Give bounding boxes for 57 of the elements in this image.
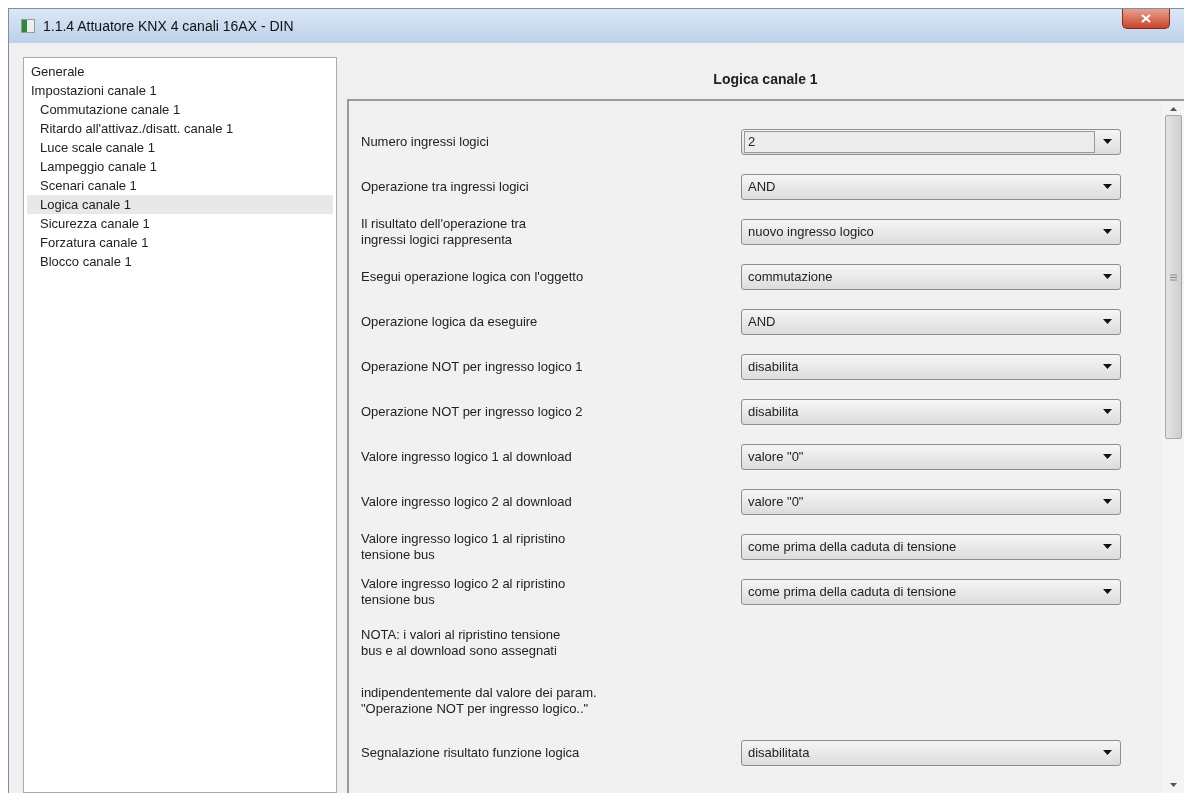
scroll-up-icon[interactable]: [1169, 107, 1177, 111]
dropdown[interactable]: disabilitata: [741, 739, 1121, 766]
parameter-label: Operazione NOT per ingresso logico 2: [361, 403, 584, 420]
dropdown[interactable]: AND: [741, 308, 1121, 335]
note-text: NOTA: i valori al ripristino tensione bus e al download sono assegnati: [361, 627, 562, 659]
caret-icon: [1103, 139, 1112, 144]
panel-title: Logica canale 1: [712, 70, 819, 89]
window-title: 1.1.4 Attuatore KNX 4 canali 16AX - DIN: [43, 18, 294, 34]
caret-icon: [1103, 454, 1112, 459]
tree-item[interactable]: Commutazione canale 1: [27, 100, 333, 119]
scroll-down-icon[interactable]: [1169, 783, 1177, 787]
dropdown[interactable]: valore "0": [741, 488, 1121, 515]
caret-icon: [1103, 229, 1112, 234]
caret-icon: [1103, 184, 1112, 189]
tree-item[interactable]: Impostazioni canale 1: [27, 81, 333, 100]
parameter-label: Valore ingresso logico 2 al ripristino tensione bus: [361, 575, 567, 608]
parameter-label: Esegui operazione logica con l'oggetto: [361, 268, 585, 285]
parameter-label: Valore ingresso logico 1 al download: [361, 448, 573, 465]
caret-icon: [1103, 499, 1112, 504]
tree-item[interactable]: Logica canale 1: [27, 195, 333, 214]
dropdown[interactable]: disabilita: [741, 398, 1121, 425]
tree-item[interactable]: Forzatura canale 1: [27, 233, 333, 252]
dropdown[interactable]: valore "0": [741, 443, 1121, 470]
caret-icon: [1103, 274, 1112, 279]
parameter-label: Valore ingresso logico 1 al ripristino tensione bus: [361, 530, 567, 563]
combo-box[interactable]: 2: [741, 128, 1121, 155]
parameter-label: Valore ingresso logico 2 al download: [361, 493, 573, 510]
parameter-label: Operazione logica da eseguire: [361, 313, 539, 330]
caret-icon: [1103, 544, 1112, 549]
grip-icon: [1169, 273, 1177, 281]
parameter-label: Segnalazione risultato funzione logica: [361, 744, 581, 761]
parameter-label: Operazione tra ingressi logici: [361, 178, 530, 195]
dropdown[interactable]: come prima della caduta di tensione: [741, 533, 1121, 560]
caret-icon: [1103, 589, 1112, 594]
close-button[interactable]: [1122, 9, 1170, 29]
dropdown[interactable]: AND: [741, 173, 1121, 200]
app-icon: [21, 19, 35, 33]
note-text: indipendentemente dal valore dei param. "Operazione NOT per ingresso logico..": [361, 685, 598, 717]
tree-item[interactable]: Blocco canale 1: [27, 252, 333, 271]
tree-item[interactable]: Generale: [27, 62, 333, 81]
dropdown[interactable]: nuovo ingresso logico: [741, 218, 1121, 245]
parameter-label: Operazione NOT per ingresso logico 1: [361, 358, 584, 375]
caret-icon: [1103, 364, 1112, 369]
tree-item[interactable]: Sicurezza canale 1: [27, 214, 333, 233]
tree-item[interactable]: Scenari canale 1: [27, 176, 333, 195]
dropdown[interactable]: disabilita: [741, 353, 1121, 380]
dropdown[interactable]: come prima della caduta di tensione: [741, 578, 1121, 605]
caret-icon: [1103, 409, 1112, 414]
tree-item[interactable]: Ritardo all'attivaz./disatt. canale 1: [27, 119, 333, 138]
caret-icon: [1103, 750, 1112, 755]
close-icon: [1141, 14, 1151, 23]
parameter-label: Numero ingressi logici: [361, 133, 490, 150]
parameter-label: Il risultato dell'operazione tra ingressi logici rappresenta: [361, 215, 528, 248]
caret-icon: [1103, 319, 1112, 324]
tree-item[interactable]: Luce scale canale 1: [27, 138, 333, 157]
tree-item[interactable]: Lampeggio canale 1: [27, 157, 333, 176]
dropdown[interactable]: commutazione: [741, 263, 1121, 290]
